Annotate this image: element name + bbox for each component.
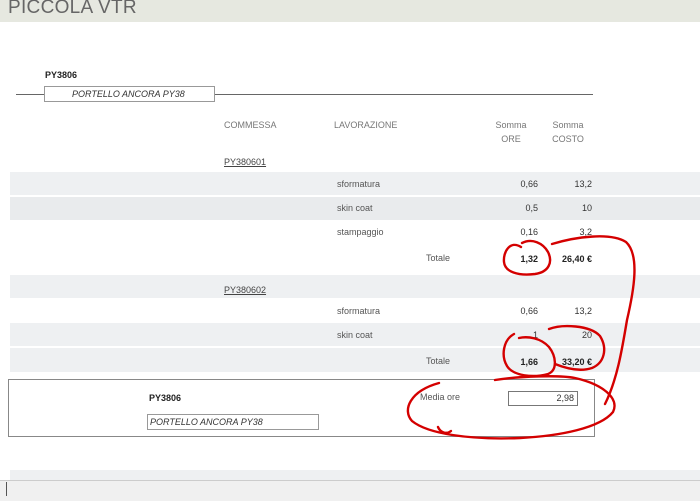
col-header-costo-line2: COSTO [552, 134, 584, 144]
row-ore: 0,66 [520, 179, 538, 189]
col-header-commessa: COMMESSA [224, 120, 277, 130]
group-header-band [10, 275, 700, 298]
row-costo: 13,2 [574, 179, 592, 189]
col-header-ore-line2: ORE [501, 134, 521, 144]
row-ore: 0,5 [525, 203, 538, 213]
row-ore: 1 [532, 330, 538, 340]
row-lavorazione: sformatura [337, 306, 381, 316]
row-costo: 20 [581, 330, 592, 340]
totale-label: Totale [426, 356, 451, 366]
row-lavorazione: stampaggio [337, 227, 384, 237]
totale-ore: 1,32 [520, 254, 538, 264]
row-lavorazione: skin coat [337, 203, 373, 213]
commessa-link[interactable]: PY380601 [224, 157, 266, 167]
row-lavorazione: skin coat [337, 330, 373, 340]
total-row-band [10, 348, 700, 372]
summary-code: PY3806 [149, 393, 182, 403]
row-costo: 13,2 [574, 306, 592, 316]
row-costo: 10 [581, 203, 592, 213]
app-title: PICCOLA VTR [8, 0, 137, 18]
media-ore-label: Media ore [420, 392, 461, 402]
col-header-lavorazione: LAVORAZIONE [334, 120, 398, 130]
header-code: PY3806 [45, 70, 78, 80]
media-ore-field[interactable]: 2,98 [508, 391, 578, 406]
col-header-ore-line1: Somma [495, 120, 527, 130]
summary-description-field[interactable]: PORTELLO ANCORA PY38 [147, 414, 319, 430]
totale-label: Totale [426, 253, 451, 263]
header-description-field[interactable]: PORTELLO ANCORA PY38 [44, 86, 215, 102]
row-lavorazione: sformatura [337, 179, 381, 189]
totale-costo: 33,20 € [561, 357, 592, 367]
row-ore: 0,16 [520, 227, 538, 237]
footer-band [10, 470, 700, 480]
row-ore: 0,66 [520, 306, 538, 316]
text-cursor-icon [6, 482, 7, 496]
col-header-costo-line1: Somma [552, 120, 584, 130]
commessa-link[interactable]: PY380602 [224, 285, 266, 295]
row-costo: 3,2 [579, 227, 592, 237]
totale-costo: 26,40 € [561, 254, 592, 264]
horizontal-scrollbar[interactable] [0, 480, 700, 501]
totale-ore: 1,66 [520, 357, 538, 367]
